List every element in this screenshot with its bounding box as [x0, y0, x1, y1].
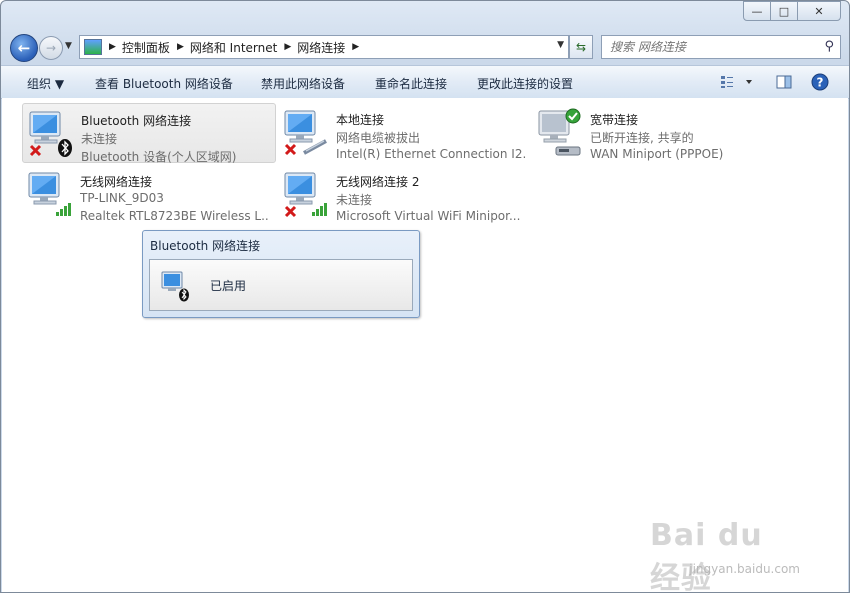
breadcrumb-separator-icon[interactable]: ▶ — [177, 42, 184, 52]
connection-status: TP-LINK_9D03 — [80, 191, 164, 205]
connection-tooltip: Bluetooth 网络连接 已启用 — [142, 230, 420, 318]
network-connections-window: — □ ✕ ← → ▼ ▶ 控制面板 ▶ 网络和 Internet ▶ 网络连接… — [0, 0, 850, 593]
help-icon: ? — [811, 73, 829, 91]
bluetooth-network-icon — [160, 270, 190, 302]
connection-name: Bluetooth 网络连接 — [81, 114, 192, 128]
change-connection-settings-button[interactable]: 更改此连接的设置 — [477, 75, 573, 92]
disconnected-x-icon — [284, 205, 297, 218]
connection-device: Intel(R) Ethernet Connection I2... — [336, 147, 526, 161]
close-button[interactable]: ✕ — [797, 1, 841, 21]
help-button[interactable]: ? — [809, 72, 831, 92]
change-view-button[interactable] — [719, 72, 759, 92]
disable-device-button[interactable]: 禁用此网络设备 — [261, 75, 345, 92]
breadcrumb-network-connections[interactable]: 网络连接 — [297, 39, 345, 56]
connection-status: 已断开连接, 共享的 — [590, 131, 694, 145]
window-caption-buttons: — □ ✕ — [743, 1, 841, 21]
rename-connection-button[interactable]: 重命名此连接 — [375, 75, 447, 92]
minimize-button[interactable]: — — [743, 1, 771, 21]
connection-device: Realtek RTL8723BE Wireless L... — [80, 209, 270, 223]
baidu-jingyan-watermark: Bai du 经验 jingyan.baidu.com — [650, 516, 800, 592]
connection-item-local-area[interactable]: 本地连接 网络电缆被拔出 Intel(R) Ethernet Connectio… — [278, 103, 530, 161]
connection-device: WAN Miniport (PPPOE) — [590, 147, 724, 161]
disconnected-x-icon — [29, 144, 42, 157]
breadcrumb-network-internet[interactable]: 网络和 Internet — [190, 39, 277, 56]
connection-item-broadband[interactable]: 宽带连接 已断开连接, 共享的 WAN Miniport (PPPOE) — [532, 103, 784, 161]
ethernet-cable-icon — [303, 139, 327, 155]
search-icon[interactable]: ⚲ — [824, 39, 834, 54]
svg-text:?: ? — [817, 76, 824, 90]
maximize-button[interactable]: □ — [770, 1, 798, 21]
forward-button[interactable]: → — [39, 36, 63, 60]
connection-name: 无线网络连接 — [80, 175, 153, 189]
network-computer-icon — [536, 107, 582, 157]
preview-pane-button[interactable] — [773, 72, 795, 92]
network-computer-icon — [26, 169, 72, 219]
tooltip-title: Bluetooth 网络连接 — [150, 239, 261, 253]
preview-pane-icon — [776, 75, 792, 89]
bluetooth-icon — [58, 139, 72, 157]
tooltip-body: 已启用 — [149, 259, 413, 311]
connection-name: 无线网络连接 2 — [336, 175, 420, 189]
back-button[interactable]: ← — [10, 34, 38, 62]
connection-item-bluetooth[interactable]: Bluetooth 网络连接 未连接 Bluetooth 设备(个人区域网) — [22, 103, 276, 164]
connection-status: 网络电缆被拔出 — [336, 131, 421, 145]
view-options-icon — [721, 76, 752, 88]
wifi-signal-icon — [312, 203, 327, 216]
breadcrumb-separator-icon[interactable]: ▶ — [352, 42, 359, 52]
network-computer-icon — [27, 108, 73, 158]
watermark-url: jingyan.baidu.com — [689, 562, 800, 576]
watermark-brand: Bai du 经验 — [650, 518, 763, 593]
disconnected-x-icon — [284, 143, 297, 156]
connection-device: Bluetooth 设备(个人区域网) — [81, 150, 237, 164]
breadcrumb-separator-icon[interactable]: ▶ — [284, 42, 291, 52]
recent-pages-dropdown[interactable]: ▼ — [65, 41, 72, 51]
refresh-button[interactable]: ⇆ — [569, 35, 593, 59]
view-bluetooth-devices-button[interactable]: 查看 Bluetooth 网络设备 — [95, 75, 233, 92]
modem-icon — [555, 146, 581, 156]
address-bar[interactable]: ▶ 控制面板 ▶ 网络和 Internet ▶ 网络连接 ▶ ▼ — [79, 35, 569, 59]
network-computer-icon — [282, 107, 328, 157]
search-input[interactable] — [608, 36, 812, 58]
connection-status: 未连接 — [336, 193, 373, 207]
tooltip-status-text: 已启用 — [210, 279, 247, 293]
connection-status: 未连接 — [81, 132, 118, 146]
connections-list: Bluetooth 网络连接 未连接 Bluetooth 设备(个人区域网) 本… — [2, 98, 848, 592]
wifi-signal-icon — [56, 203, 71, 216]
connection-item-wireless-2[interactable]: 无线网络连接 2 未连接 Microsoft Virtual WiFi Mini… — [278, 165, 530, 223]
command-bar: 组织 ▼ 查看 Bluetooth 网络设备 禁用此网络设备 重命名此连接 更改… — [1, 65, 849, 99]
organize-menu[interactable]: 组织 ▼ — [27, 75, 64, 92]
control-panel-icon — [84, 39, 102, 55]
navigation-bar: ← → ▼ ▶ 控制面板 ▶ 网络和 Internet ▶ 网络连接 ▶ ▼ ⇆… — [1, 33, 849, 62]
connection-name: 宽带连接 — [590, 113, 639, 127]
connection-item-wireless[interactable]: 无线网络连接 TP-LINK_9D03 Realtek RTL8723BE Wi… — [22, 165, 274, 223]
shared-check-icon — [565, 108, 581, 124]
breadcrumb-separator-icon[interactable]: ▶ — [109, 42, 116, 52]
connection-device: Microsoft Virtual WiFi Minipor... — [336, 209, 521, 223]
search-box[interactable]: ⚲ — [601, 35, 841, 59]
address-dropdown-icon[interactable]: ▼ — [557, 40, 564, 50]
connection-name: 本地连接 — [336, 113, 385, 127]
network-computer-icon — [282, 169, 328, 219]
breadcrumb-control-panel[interactable]: 控制面板 — [122, 39, 170, 56]
